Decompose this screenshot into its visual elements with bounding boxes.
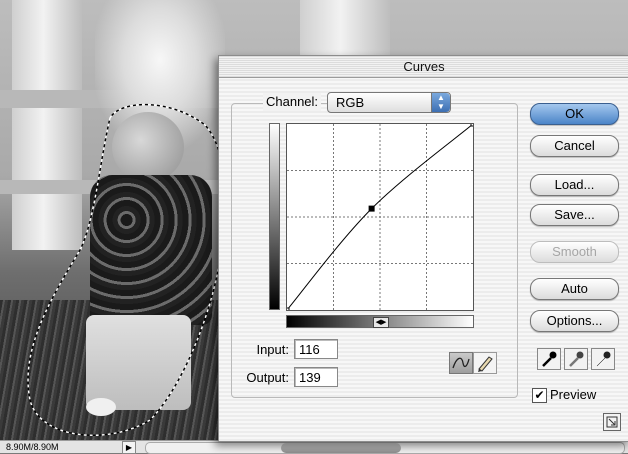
curve-tool-icon[interactable] bbox=[449, 352, 473, 374]
output-field[interactable]: 139 bbox=[294, 367, 338, 387]
channel-value: RGB bbox=[336, 95, 365, 110]
pencil-icon[interactable] bbox=[473, 352, 497, 374]
up-down-arrows-icon: ▲ ▼ bbox=[431, 93, 450, 112]
expand-icon[interactable] bbox=[603, 413, 621, 431]
eyedropper-black-icon[interactable] bbox=[537, 348, 561, 370]
ok-button[interactable]: OK bbox=[530, 103, 619, 125]
load-button[interactable]: Load... bbox=[530, 174, 619, 196]
curve-svg[interactable] bbox=[284, 121, 476, 313]
status-menu-arrow-icon[interactable]: ▶ bbox=[122, 441, 136, 454]
eyedropper-gray-icon[interactable] bbox=[564, 348, 588, 370]
curve-point[interactable] bbox=[284, 307, 290, 313]
channel-label: Channel: bbox=[263, 93, 322, 111]
smooth-button[interactable]: Smooth bbox=[530, 241, 619, 263]
preview-checkbox[interactable]: ✔ bbox=[532, 388, 547, 403]
dialog-titlebar[interactable]: Curves bbox=[219, 56, 628, 78]
curve-point-selected[interactable] bbox=[368, 205, 375, 212]
curve-point[interactable] bbox=[470, 121, 476, 127]
document-size: 8.90M/8.90M bbox=[6, 442, 59, 452]
preview-label: Preview bbox=[550, 387, 597, 402]
save-button[interactable]: Save... bbox=[530, 204, 619, 226]
curve-graph[interactable] bbox=[284, 121, 476, 313]
input-gradient-bar: ◀▶ bbox=[286, 315, 474, 328]
input-label: Input: bbox=[256, 342, 289, 357]
channel-select[interactable]: RGB ▲ ▼ bbox=[327, 92, 451, 113]
cancel-button[interactable]: Cancel bbox=[530, 135, 619, 157]
auto-button[interactable]: Auto bbox=[530, 278, 619, 300]
gradient-toggle-icon[interactable]: ◀▶ bbox=[373, 317, 389, 328]
output-label: Output: bbox=[246, 370, 289, 385]
options-button[interactable]: Options... bbox=[530, 310, 619, 332]
dialog-title: Curves bbox=[403, 59, 445, 74]
horizontal-scrollbar[interactable] bbox=[145, 442, 625, 454]
output-gradient-bar bbox=[269, 123, 280, 310]
eyedropper-white-icon[interactable] bbox=[591, 348, 615, 370]
checkmark-icon: ✔ bbox=[534, 388, 545, 402]
curves-dialog: Curves Channel: RGB ▲ ▼ ◀▶ Input: 116 Out… bbox=[218, 55, 628, 442]
input-field[interactable]: 116 bbox=[294, 339, 338, 359]
